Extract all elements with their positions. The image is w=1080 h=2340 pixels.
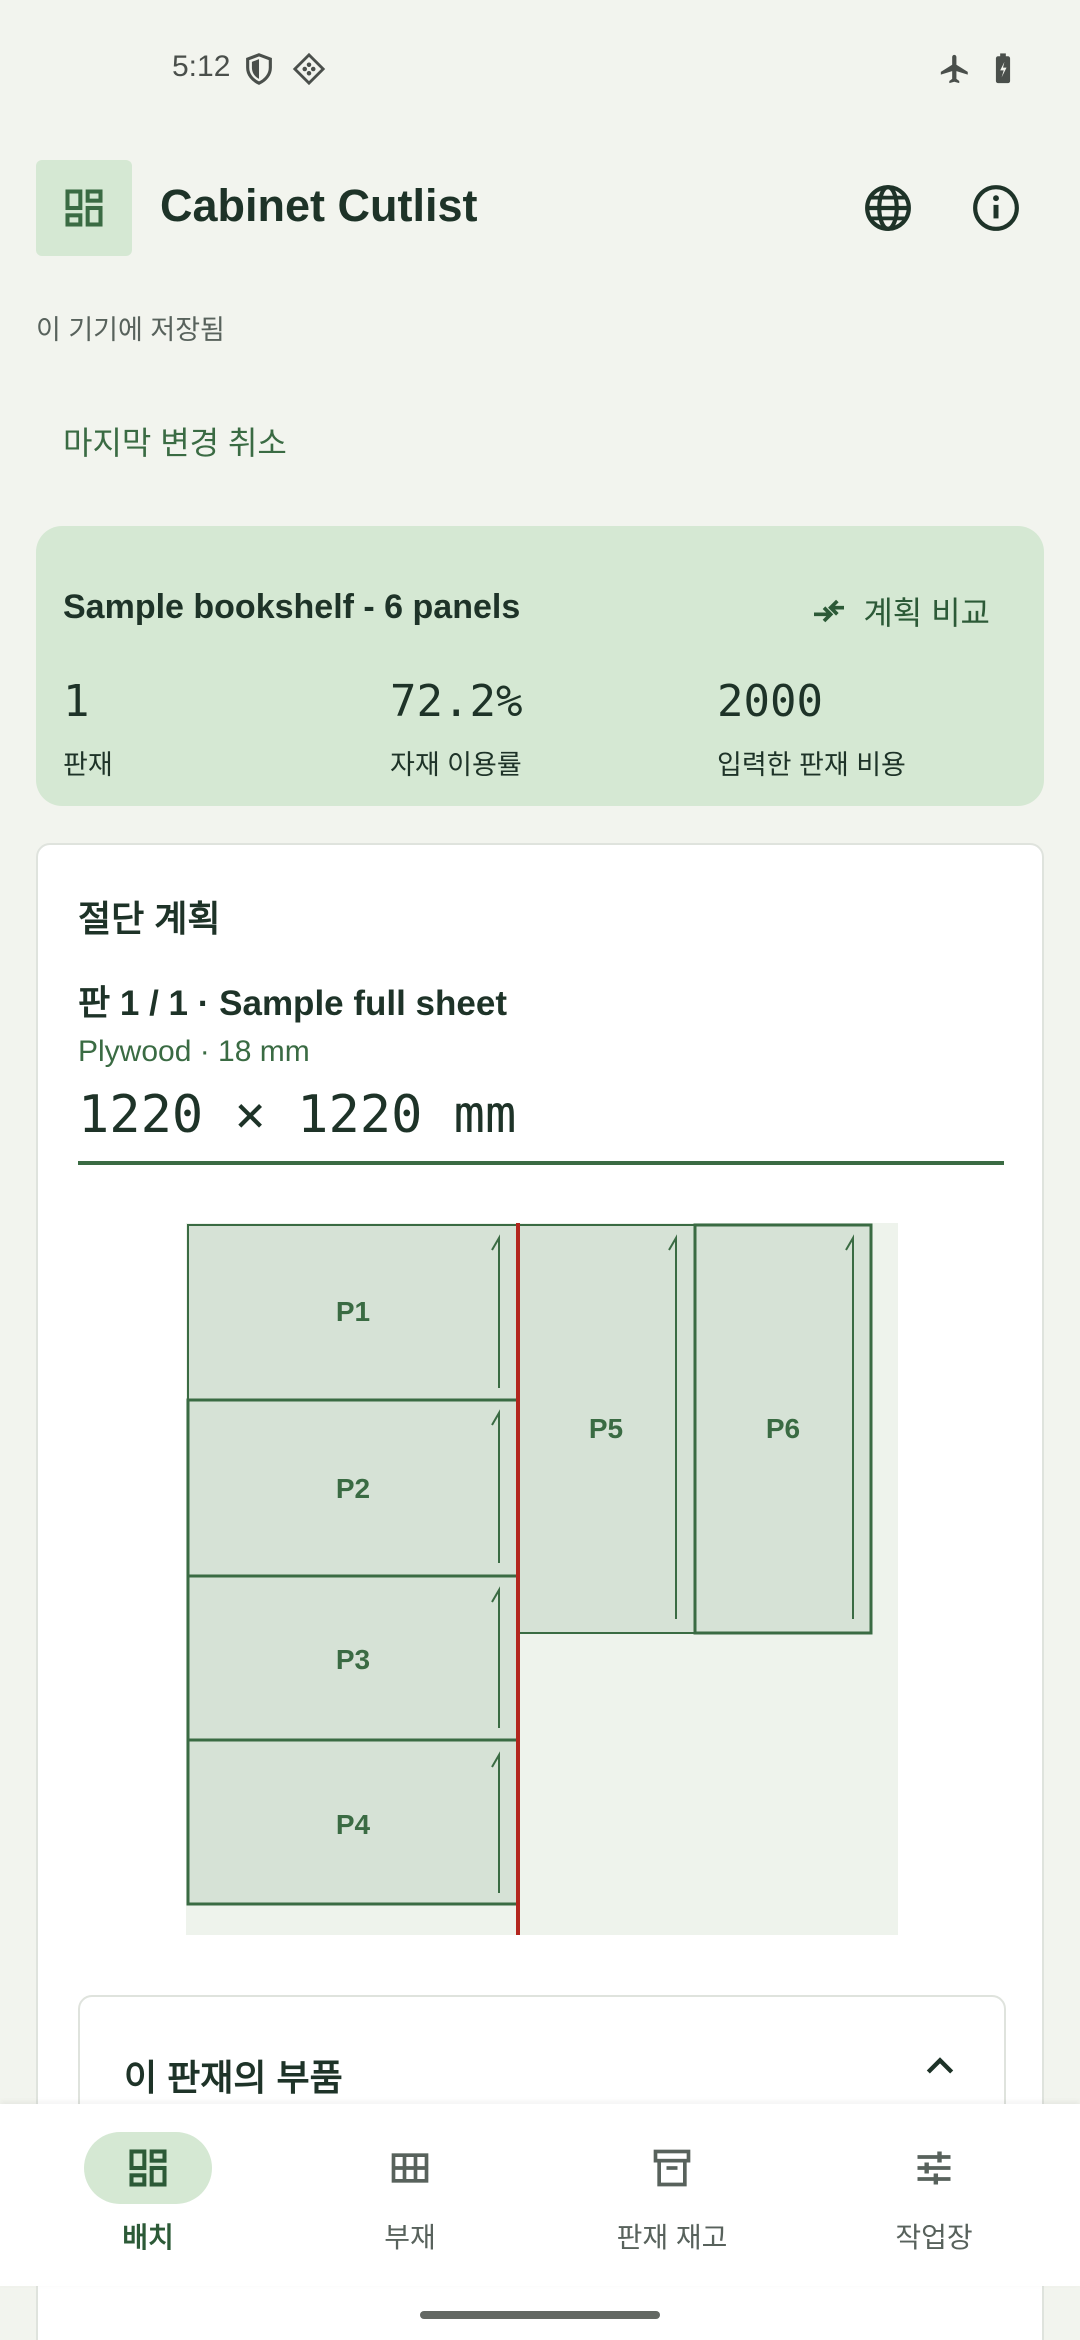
battery-icon [995,53,1011,84]
chevron-up-icon[interactable] [920,2047,960,2087]
nav-label: 부재 [384,2222,436,2253]
nav-item-parts[interactable]: 부재 [275,2104,545,2286]
project-name: Sample bookshelf - 6 panels [63,588,521,626]
language-button[interactable] [856,176,920,240]
panel-label: P3 [336,1644,370,1675]
cutting-plan-heading: 절단 계획 [78,898,221,939]
stat-value: 72.2% [390,676,523,727]
nav-label: 작업장 [895,2222,973,2253]
info-button[interactable] [964,176,1028,240]
layout-icon [129,2149,167,2187]
app-title: Cabinet Cutlist [160,180,478,231]
sheet-parts-title: 이 판재의 부품 [124,2057,343,2098]
stat-label: 판재 [63,750,113,780]
stat-value: 1 [63,676,90,727]
panel-label: P4 [336,1809,371,1840]
sliders-icon [917,2151,951,2185]
panel-p3[interactable]: P3 [186,1574,520,1742]
dashboard-icon [65,189,103,227]
project-summary-card: Sample bookshelf - 6 panels 계획 비교 1 판재 7… [36,526,1044,806]
sheet-material: Plywood · 18 mm [78,1035,310,1068]
panel-p5[interactable]: P5 [517,1224,696,1634]
stat-value: 2000 [717,676,823,727]
undo-button[interactable]: 마지막 변경 취소 [63,418,287,464]
panel-label: P1 [336,1296,370,1327]
stat-sheet-cost: 2000 입력한 판재 비용 [717,676,906,782]
nav-item-stock[interactable]: 판재 재고 [537,2104,807,2286]
panel-label: P5 [589,1413,623,1444]
nav-label: 배치 [122,2222,174,2253]
panel-p2[interactable]: P2 [186,1398,520,1578]
compare-arrows-icon [814,599,845,623]
grid-icon [391,2153,429,2183]
nav-indicator [346,2132,474,2204]
panel-label: P6 [766,1413,800,1444]
saved-status: 이 기기에 저장됨 [36,315,225,345]
nav-indicator [84,2132,212,2204]
info-icon [973,185,1019,231]
globe-icon [865,185,911,231]
sheet-size: 1220 × 1220 mm [78,1085,1004,1165]
status-bar: 5:12 [0,0,1080,140]
app-bar: Cabinet Cutlist [36,160,1044,256]
archive-icon [653,2149,691,2187]
nav-indicator [870,2132,998,2204]
panel-p6[interactable]: P6 [693,1223,873,1635]
compare-plans-button[interactable]: 계획 비교 [809,588,990,634]
stat-utilization: 72.2% 자재 이용률 [390,676,522,782]
gesture-bar[interactable] [420,2311,660,2319]
bottom-navigation: 배치 부재 판재 재고 작업장 [0,2104,1080,2286]
airplane-icon [940,54,968,84]
shield-icon [246,53,272,85]
nav-item-workshop[interactable]: 작업장 [799,2104,1069,2286]
nav-label: 판재 재고 [616,2222,728,2253]
stat-label: 입력한 판재 비용 [717,750,906,780]
vpn-diamond-icon [292,52,326,86]
stat-label: 자재 이용률 [390,750,522,780]
nav-item-layout[interactable]: 배치 [13,2104,283,2286]
sheet-layout-diagram: P1 P2 P3 P4 P5 P6 [186,1223,898,1935]
status-time: 5:12 [172,50,231,83]
nav-indicator [608,2132,736,2204]
panel-p1[interactable]: P1 [187,1224,519,1401]
panel-label: P2 [336,1473,370,1504]
sheet-title: 판 1 / 1 · Sample full sheet [78,984,507,1023]
panel-p4[interactable]: P4 [186,1738,520,1906]
stat-sheets: 1 판재 [63,676,113,782]
compare-plans-label: 계획 비교 [863,595,990,631]
app-logo [36,160,132,256]
